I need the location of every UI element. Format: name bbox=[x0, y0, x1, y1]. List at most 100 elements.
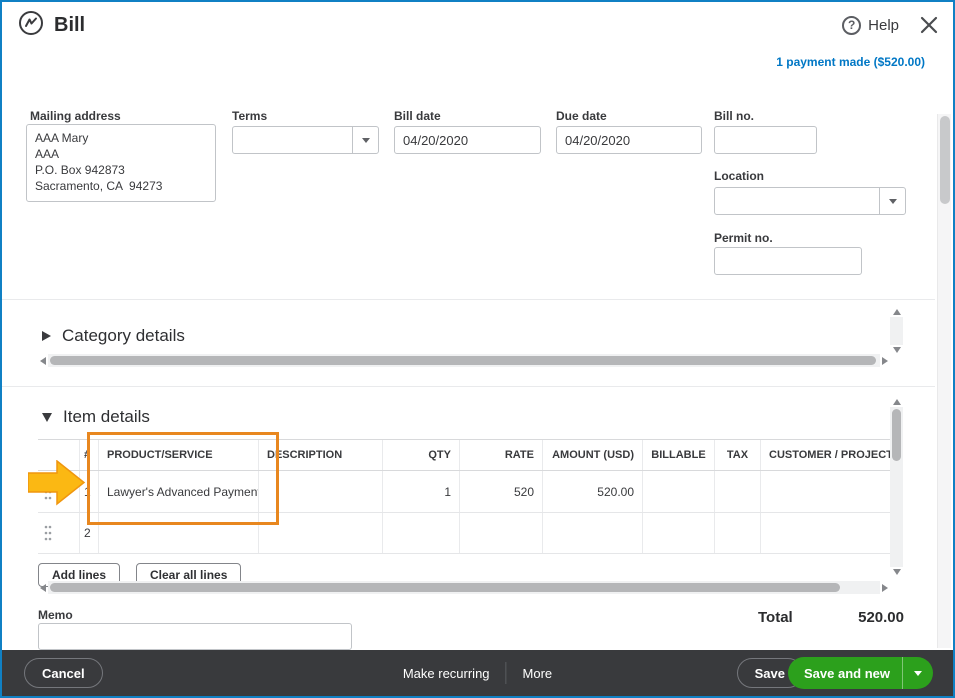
chevron-down-icon bbox=[888, 198, 897, 204]
mailing-address-label: Mailing address bbox=[30, 109, 121, 123]
permit-no-field[interactable] bbox=[714, 247, 862, 275]
help-button[interactable]: ? Help bbox=[842, 15, 899, 35]
help-icon: ? bbox=[842, 15, 862, 35]
close-icon[interactable] bbox=[919, 15, 939, 35]
location-select[interactable] bbox=[714, 187, 906, 215]
memo-field[interactable] bbox=[38, 623, 352, 650]
due-date-field[interactable] bbox=[556, 126, 702, 154]
col-header-qty[interactable]: QTY bbox=[383, 440, 460, 470]
memo-label: Memo bbox=[38, 608, 73, 622]
payment-made-link[interactable]: 1 payment made ($520.00) bbox=[776, 55, 925, 69]
main-scrollbar-thumb[interactable] bbox=[940, 116, 950, 204]
scroll-down-icon[interactable] bbox=[892, 569, 901, 575]
col-header-amount[interactable]: AMOUNT (USD) bbox=[543, 440, 643, 470]
item-horizontal-scrollbar[interactable] bbox=[38, 581, 890, 594]
page-title: Bill bbox=[54, 13, 86, 36]
customer-project-cell[interactable] bbox=[761, 513, 890, 553]
footer-bar: Cancel Make recurring More Save Save and… bbox=[2, 650, 953, 696]
scrollbar-track[interactable] bbox=[48, 581, 880, 594]
category-details-header[interactable]: Category details bbox=[42, 326, 185, 346]
customer-project-cell[interactable] bbox=[761, 471, 890, 512]
table-row-2: 2 bbox=[38, 513, 890, 554]
header: Bill ? Help bbox=[2, 2, 953, 48]
col-header-billable[interactable]: BILLABLE bbox=[643, 440, 715, 470]
header-title-group: Bill bbox=[18, 10, 85, 41]
location-caret-area[interactable] bbox=[879, 188, 905, 214]
rate-cell[interactable]: 520 bbox=[460, 471, 543, 512]
expand-arrow-icon bbox=[42, 412, 52, 422]
scroll-up-icon[interactable] bbox=[892, 309, 901, 315]
terms-select-value bbox=[233, 127, 352, 153]
tax-cell[interactable] bbox=[715, 513, 761, 553]
qty-cell[interactable] bbox=[383, 513, 460, 553]
footer-divider bbox=[505, 662, 507, 684]
scrollbar-thumb[interactable] bbox=[50, 356, 876, 365]
collapse-arrow-icon bbox=[42, 331, 51, 341]
help-label: Help bbox=[868, 16, 899, 34]
scroll-left-icon[interactable] bbox=[40, 356, 46, 365]
col-header-description[interactable]: DESCRIPTION bbox=[259, 440, 383, 470]
col-header-customer-project[interactable]: CUSTOMER / PROJECT bbox=[761, 440, 890, 470]
tax-cell[interactable] bbox=[715, 471, 761, 512]
permit-no-label: Permit no. bbox=[714, 231, 773, 245]
bill-window: Bill ? Help 1 payment made ($520.00) Mai… bbox=[0, 0, 955, 698]
amount-cell[interactable] bbox=[543, 513, 643, 553]
col-header-tax[interactable]: TAX bbox=[715, 440, 761, 470]
handle-column-header bbox=[38, 440, 80, 470]
terms-select[interactable] bbox=[232, 126, 379, 154]
scroll-down-icon[interactable] bbox=[892, 347, 901, 353]
scroll-left-icon[interactable] bbox=[40, 583, 46, 592]
main-vertical-scrollbar[interactable] bbox=[937, 114, 951, 648]
scroll-up-icon[interactable] bbox=[892, 399, 901, 405]
row-number: 1 bbox=[80, 471, 99, 512]
product-service-cell[interactable] bbox=[99, 513, 259, 553]
save-and-new-label: Save and new bbox=[804, 665, 890, 681]
scrollbar-track[interactable] bbox=[890, 407, 903, 567]
col-header-num[interactable]: # bbox=[80, 440, 99, 470]
cancel-button[interactable]: Cancel bbox=[24, 658, 103, 688]
section-divider bbox=[2, 386, 935, 387]
category-vertical-scrollbar[interactable] bbox=[890, 307, 903, 355]
make-recurring-button[interactable]: Make recurring bbox=[403, 666, 490, 681]
more-button[interactable]: More bbox=[523, 666, 553, 681]
product-service-cell[interactable]: Lawyer's Advanced Payment bbox=[99, 471, 259, 512]
terms-label: Terms bbox=[232, 109, 268, 123]
item-vertical-scrollbar[interactable] bbox=[890, 397, 903, 577]
qty-cell[interactable]: 1 bbox=[383, 471, 460, 512]
total-value: 520.00 bbox=[858, 609, 904, 626]
drag-handle-icon[interactable] bbox=[38, 513, 80, 553]
bill-no-label: Bill no. bbox=[714, 109, 754, 123]
billable-cell[interactable] bbox=[643, 513, 715, 553]
chevron-down-icon bbox=[914, 670, 922, 676]
description-cell[interactable] bbox=[259, 513, 383, 553]
footer-center-actions: Make recurring More bbox=[403, 650, 552, 696]
location-select-value bbox=[715, 188, 879, 214]
mailing-address-field[interactable]: AAA Mary AAA P.O. Box 942873 Sacramento,… bbox=[26, 124, 216, 202]
location-label: Location bbox=[714, 169, 764, 183]
drag-handle-icon[interactable] bbox=[38, 471, 80, 512]
bill-icon bbox=[18, 10, 44, 41]
save-and-new-button[interactable]: Save and new bbox=[788, 657, 933, 689]
bill-no-field[interactable] bbox=[714, 126, 817, 154]
col-header-product-service[interactable]: PRODUCT/SERVICE bbox=[99, 440, 259, 470]
item-details-title: Item details bbox=[63, 407, 150, 426]
description-cell[interactable] bbox=[259, 471, 383, 512]
scroll-right-icon[interactable] bbox=[882, 583, 888, 592]
save-options-caret[interactable] bbox=[903, 670, 933, 676]
scrollbar-track[interactable] bbox=[890, 317, 903, 345]
col-header-rate[interactable]: RATE bbox=[460, 440, 543, 470]
item-details-header[interactable]: Item details bbox=[42, 407, 150, 427]
terms-caret-area[interactable] bbox=[352, 127, 378, 153]
billable-cell[interactable] bbox=[643, 471, 715, 512]
bill-date-field[interactable] bbox=[394, 126, 541, 154]
scroll-right-icon[interactable] bbox=[882, 356, 888, 365]
scrollbar-track[interactable] bbox=[48, 354, 880, 367]
rate-cell[interactable] bbox=[460, 513, 543, 553]
category-horizontal-scrollbar[interactable] bbox=[38, 354, 890, 367]
due-date-label: Due date bbox=[556, 109, 607, 123]
header-actions: ? Help bbox=[842, 15, 939, 35]
table-row-1: 1 Lawyer's Advanced Payment 1 520 520.00 bbox=[38, 471, 890, 513]
scrollbar-thumb[interactable] bbox=[892, 409, 901, 461]
scrollbar-thumb[interactable] bbox=[50, 583, 840, 592]
amount-cell[interactable]: 520.00 bbox=[543, 471, 643, 512]
